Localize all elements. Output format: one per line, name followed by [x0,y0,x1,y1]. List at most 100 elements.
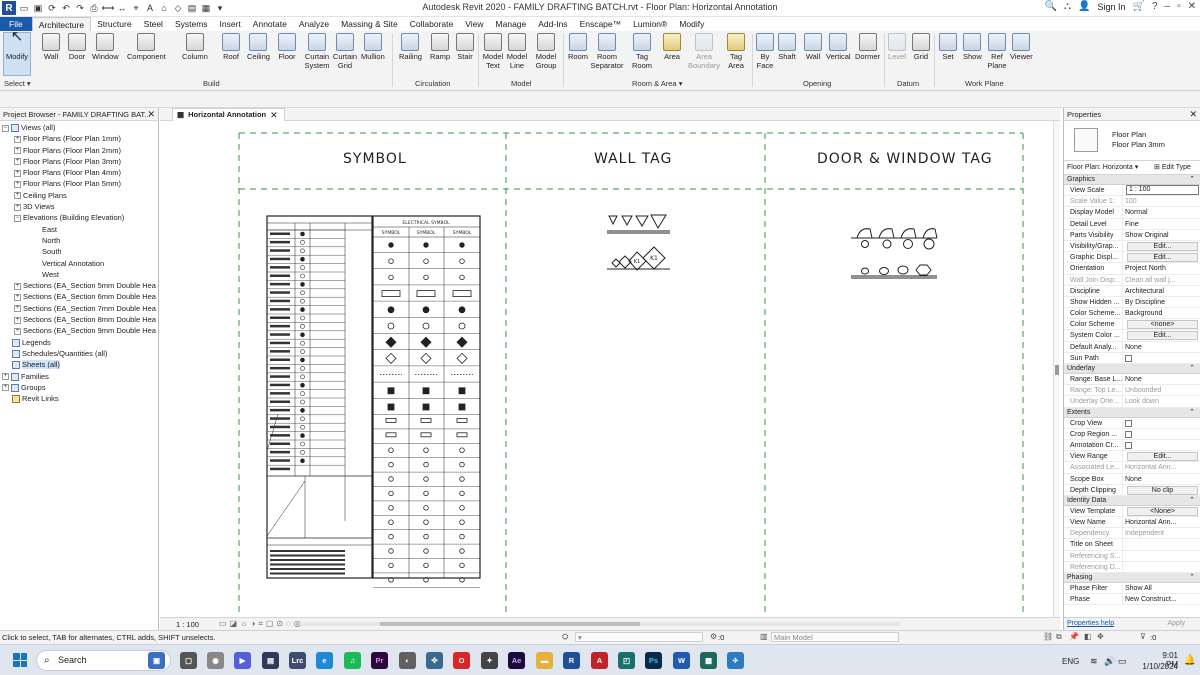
curtain-system-button[interactable]: Curtain System [303,33,331,70]
level-button[interactable]: Level [888,33,906,62]
group-room-area[interactable]: Room & Area ▾ [632,79,682,88]
door-button[interactable]: Door [68,33,86,62]
tree-item-sections-6mm[interactable]: + Sections (EA_Section 6mm Double Hea [0,291,158,302]
tree-item-sections-7mm[interactable]: + Sections (EA_Section 7mm Double Hea [0,303,158,314]
tree-item-sections-9mm[interactable]: + Sections (EA_Section 9mm Double Hea [0,325,158,336]
property-value[interactable] [1122,417,1200,428]
tree-item-floor-plan-1mm[interactable]: + Floor Plans (Floor Plan 1mm) [0,133,158,144]
drawing-canvas[interactable]: ELECTRICAL SYMBOL SYMBOL SYMBOL SYMBOL K… [160,121,1053,617]
model-line-button[interactable]: Model Line [507,33,527,70]
dimension-icon[interactable]: ↔ [116,2,128,14]
tree-item-floor-plan-5mm[interactable]: + Floor Plans (Floor Plan 5mm) [0,178,158,189]
tag-room-button[interactable]: Tag Room [631,33,653,70]
property-value[interactable]: <None> [1122,505,1200,517]
model-group-button[interactable]: Model Group [535,33,557,70]
area-boundary-button[interactable]: Area Boundary [687,33,721,70]
volume-icon[interactable]: 🔊 [1104,656,1115,667]
tree-item-sheets[interactable]: Sheets (all) [0,359,158,370]
expand-icon[interactable]: + [14,147,21,155]
window-button[interactable]: Window [92,33,119,62]
acrobat-icon[interactable]: A [591,652,608,669]
tab-structure[interactable]: Structure [91,17,138,31]
property-value[interactable]: Show All [1122,583,1200,594]
design-options-icon[interactable]: ▥ [760,632,768,641]
tab-manage[interactable]: Manage [490,17,533,31]
crop-region-icon[interactable]: ▢ [266,619,274,629]
close-hidden-icon[interactable]: ▤ [186,2,198,14]
select-underlay-icon[interactable]: ⧉ [1056,632,1062,642]
expand-icon[interactable]: + [14,293,21,301]
user-icon[interactable]: 👤 [1078,1,1090,12]
property-value[interactable] [1122,428,1200,439]
select-pinned-icon[interactable]: 📌 [1069,632,1079,641]
property-value[interactable]: Fine [1122,218,1200,229]
tree-item-groups[interactable]: + Groups [0,382,158,393]
vertical-button[interactable]: Vertical [826,33,851,62]
horizontal-scrollbar[interactable] [300,622,900,626]
tab-massing-site[interactable]: Massing & Site [335,17,404,31]
expand-icon[interactable]: + [14,135,21,143]
tree-item-sections-5mm[interactable]: + Sections (EA_Section 5mm Double Hea [0,280,158,291]
revit-taskbar-icon[interactable]: R [563,652,580,669]
tab-lumion[interactable]: Lumion® [627,17,673,31]
edge-icon[interactable]: e [316,652,333,669]
redo-icon[interactable]: ↷ [74,2,86,14]
close-icon[interactable]: ✕ [270,109,278,121]
property-edit-button[interactable]: <none> [1127,320,1198,330]
ramp-button[interactable]: Ramp [430,33,450,62]
lr-app-icon[interactable]: Lrc [289,652,306,669]
tree-item-views[interactable]: − Views (all) [0,122,158,133]
model-text-button[interactable]: Model Text [483,33,503,70]
type-selector[interactable]: Floor Plan Floor Plan 3mm [1064,121,1200,161]
tree-item-floor-plan-3mm[interactable]: + Floor Plans (Floor Plan 3mm) [0,156,158,167]
search-icon[interactable]: 🔍 [1045,1,1057,12]
app-icon[interactable]: ◰ [618,652,635,669]
area-button[interactable]: Area [663,33,681,62]
property-value[interactable]: Show Original [1122,229,1200,240]
visual-style-icon[interactable]: ◪ [230,619,238,629]
property-checkbox[interactable] [1125,430,1132,438]
floor-button[interactable]: Floor [278,33,296,62]
edit-type-button[interactable]: ⊞ Edit Type [1154,162,1191,173]
collapse-icon[interactable]: ⌃ [1189,175,1195,185]
clock-date[interactable]: 1/10/2024 [1142,662,1178,671]
tree-item-ceiling-plans[interactable]: + Ceiling Plans [0,190,158,201]
switch-windows-icon[interactable]: ▦ [200,2,212,14]
group-select[interactable]: Select ▾ [4,79,31,88]
select-links-icon[interactable]: ⛓ [1043,632,1053,641]
property-checkbox[interactable] [1125,354,1132,362]
app-icon[interactable]: ✜ [426,652,443,669]
expand-icon[interactable]: + [14,181,21,188]
viewer-button[interactable]: Viewer [1010,33,1033,62]
filter-icon[interactable]: ⊽ [1140,632,1146,641]
app-icon[interactable]: ✈ [727,652,744,669]
collapse-icon[interactable]: ⌃ [1189,364,1195,374]
property-value[interactable]: Edit... [1122,451,1200,462]
property-section[interactable]: Phasing ⌃ [1064,573,1200,583]
tab-annotate[interactable]: Annotate [247,17,293,31]
expand-icon[interactable]: + [2,384,9,392]
property-value[interactable] [1122,439,1200,451]
shadows-icon[interactable]: ◑ [250,619,255,629]
property-value[interactable]: By Discipline [1122,296,1200,308]
expand-icon[interactable]: + [14,282,21,290]
property-value[interactable]: Edit... [1122,330,1200,341]
scrollbar-thumb[interactable] [1055,365,1059,375]
meet-icon[interactable]: ▶ [234,652,251,669]
text-icon[interactable]: A [144,2,156,14]
expand-icon[interactable]: + [14,192,21,200]
qat-dropdown-icon[interactable]: ▾ [214,2,226,14]
sun-path-icon[interactable]: ☼ [240,619,247,629]
app-icon[interactable]: ✦ [481,652,498,669]
temporary-hide-icon[interactable]: ◌ [286,619,291,629]
3d-view-icon[interactable]: ⌂ [158,2,170,14]
view-scale[interactable]: 1 : 100 [176,620,199,629]
tab-analyze[interactable]: Analyze [293,17,335,31]
sign-in-link[interactable]: Sign In [1097,2,1125,12]
view-tab-horizontal-annotation[interactable]: ▦ Horizontal Annotation ✕ [172,108,285,121]
property-edit-button[interactable]: Edit... [1127,253,1198,263]
wifi-icon[interactable]: ≋ [1090,656,1098,667]
measure-icon[interactable]: ⟷ [102,2,115,14]
property-value[interactable]: None [1122,374,1200,385]
property-value[interactable]: 1 : 100 [1122,185,1200,196]
